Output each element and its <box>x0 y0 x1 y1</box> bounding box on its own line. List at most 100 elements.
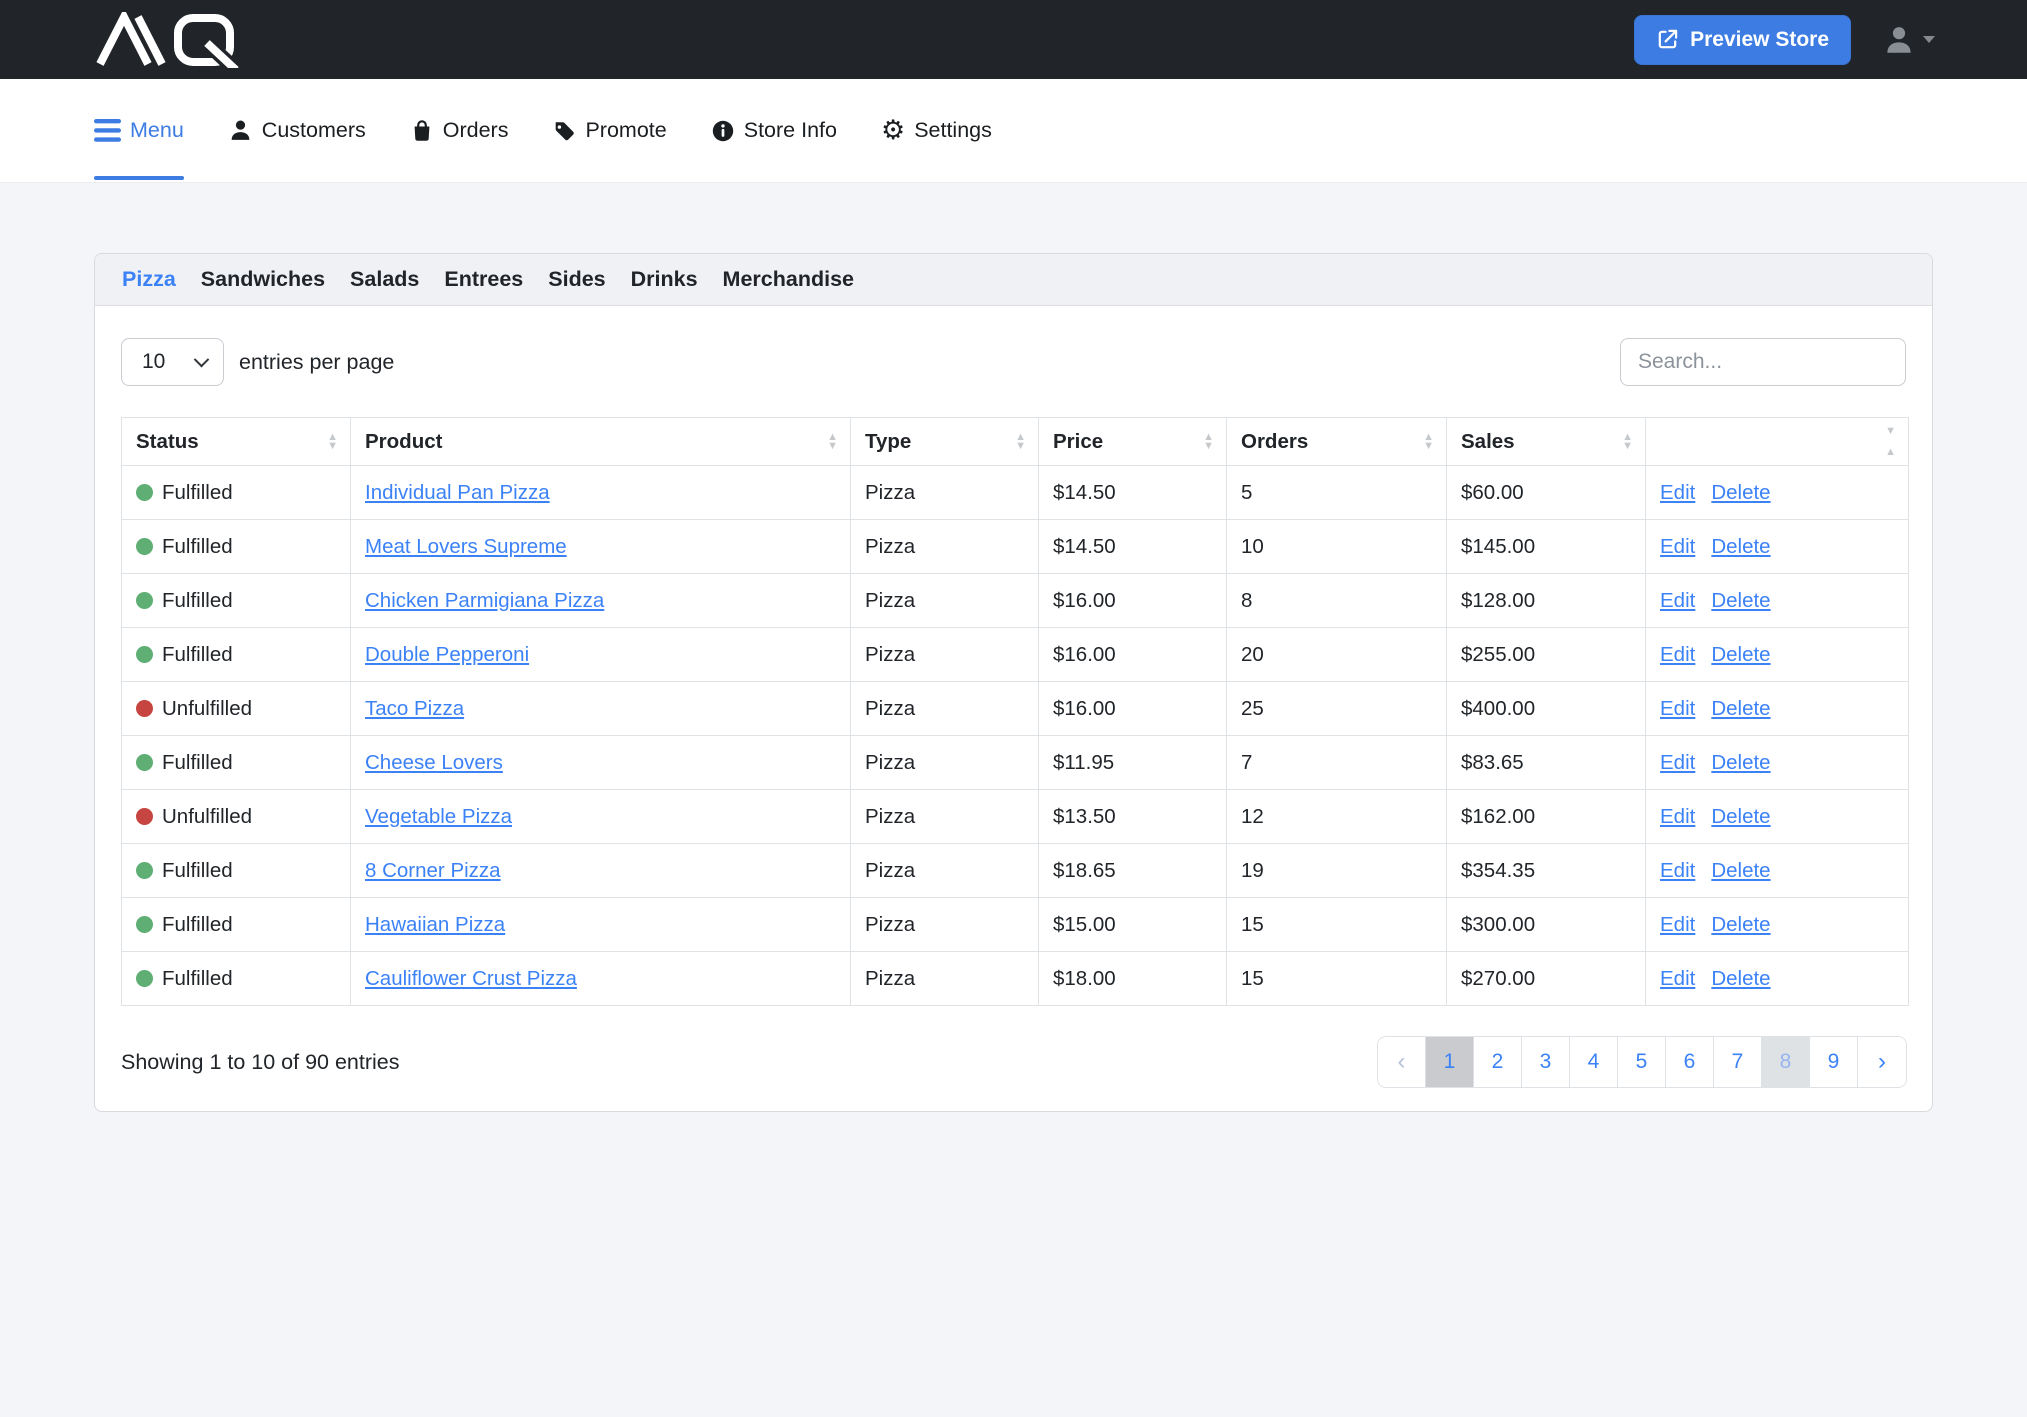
person-icon <box>1882 23 1916 57</box>
sort-icon: ▲▼ <box>1015 433 1026 451</box>
product-cell: Cheese Lovers <box>351 736 851 790</box>
delete-link[interactable]: Delete <box>1711 859 1770 882</box>
header-price[interactable]: Price▲▼ <box>1039 418 1227 466</box>
status-dot <box>136 916 153 933</box>
tab-drinks[interactable]: Drinks <box>631 267 698 292</box>
table-row: Unfulfilled Vegetable Pizza Pizza $13.50… <box>122 790 1909 844</box>
edit-link[interactable]: Edit <box>1660 859 1695 882</box>
tab-pizza[interactable]: Pizza <box>122 267 176 292</box>
pagination-prev[interactable]: ‹ <box>1378 1037 1426 1087</box>
product-link[interactable]: Vegetable Pizza <box>365 805 512 828</box>
pagination-page-4[interactable]: 4 <box>1570 1037 1618 1087</box>
nav-label-customers: Customers <box>262 118 366 143</box>
nav-label-settings: Settings <box>914 118 992 143</box>
delete-link[interactable]: Delete <box>1711 805 1770 828</box>
user-menu[interactable] <box>1882 23 1935 57</box>
actions-cell: Edit Delete <box>1646 628 1909 682</box>
header-type[interactable]: Type▲▼ <box>851 418 1039 466</box>
header-status[interactable]: Status▲▼ <box>122 418 351 466</box>
pagination-page-2[interactable]: 2 <box>1474 1037 1522 1087</box>
edit-link[interactable]: Edit <box>1660 805 1695 828</box>
price-cell: $15.00 <box>1039 898 1227 952</box>
delete-link[interactable]: Delete <box>1711 481 1770 504</box>
sort-icon: ▲▼ <box>1622 433 1633 451</box>
chevron-down-icon <box>194 351 210 367</box>
entries-select-value: 10 <box>142 350 165 374</box>
product-link[interactable]: Chicken Parmigiana Pizza <box>365 589 604 612</box>
pagination-next[interactable]: › <box>1858 1037 1906 1087</box>
product-link[interactable]: Hawaiian Pizza <box>365 913 505 936</box>
header-actions[interactable]: ▼▲ <box>1646 418 1909 466</box>
actions-cell: Edit Delete <box>1646 790 1909 844</box>
search-input[interactable] <box>1620 338 1906 386</box>
delete-link[interactable]: Delete <box>1711 643 1770 666</box>
status-cell: Fulfilled <box>122 466 351 520</box>
nav-item-settings[interactable]: ⚙ Settings <box>881 79 992 183</box>
actions-cell: Edit Delete <box>1646 574 1909 628</box>
tab-merchandise[interactable]: Merchandise <box>723 267 854 292</box>
delete-link[interactable]: Delete <box>1711 751 1770 774</box>
tab-sides[interactable]: Sides <box>548 267 605 292</box>
status-label: Fulfilled <box>162 643 233 666</box>
header-sales[interactable]: Sales▲▼ <box>1447 418 1646 466</box>
pagination-page-8[interactable]: 8 <box>1762 1037 1810 1087</box>
edit-link[interactable]: Edit <box>1660 967 1695 990</box>
header-status-label: Status <box>136 430 199 454</box>
product-link[interactable]: Cheese Lovers <box>365 751 503 774</box>
product-cell: Taco Pizza <box>351 682 851 736</box>
entries-per-page-select[interactable]: 10 <box>121 338 224 386</box>
edit-link[interactable]: Edit <box>1660 913 1695 936</box>
delete-link[interactable]: Delete <box>1711 913 1770 936</box>
header-product[interactable]: Product▲▼ <box>351 418 851 466</box>
status-dot <box>136 646 153 663</box>
pagination-page-9[interactable]: 9 <box>1810 1037 1858 1087</box>
pagination-page-7[interactable]: 7 <box>1714 1037 1762 1087</box>
product-link[interactable]: Individual Pan Pizza <box>365 481 550 504</box>
nav-item-customers[interactable]: Customers <box>228 79 366 183</box>
product-link[interactable]: Double Pepperoni <box>365 643 529 666</box>
orders-cell: 8 <box>1227 574 1447 628</box>
entries-per-page-label: entries per page <box>239 350 394 375</box>
sales-cell: $83.65 <box>1447 736 1646 790</box>
edit-link[interactable]: Edit <box>1660 589 1695 612</box>
tab-sandwiches[interactable]: Sandwiches <box>201 267 325 292</box>
delete-link[interactable]: Delete <box>1711 967 1770 990</box>
aiq-logo[interactable] <box>92 12 256 68</box>
edit-link[interactable]: Edit <box>1660 535 1695 558</box>
product-link[interactable]: Taco Pizza <box>365 697 464 720</box>
delete-link[interactable]: Delete <box>1711 697 1770 720</box>
sales-cell: $400.00 <box>1447 682 1646 736</box>
product-cell: Cauliflower Crust Pizza <box>351 952 851 1006</box>
preview-store-button[interactable]: Preview Store <box>1634 15 1851 65</box>
edit-link[interactable]: Edit <box>1660 751 1695 774</box>
product-link[interactable]: Cauliflower Crust Pizza <box>365 967 577 990</box>
nav-item-promote[interactable]: Promote <box>552 79 666 183</box>
edit-link[interactable]: Edit <box>1660 643 1695 666</box>
status-cell: Fulfilled <box>122 952 351 1006</box>
pagination-page-1[interactable]: 1 <box>1426 1037 1474 1087</box>
edit-link[interactable]: Edit <box>1660 697 1695 720</box>
header-orders[interactable]: Orders▲▼ <box>1227 418 1447 466</box>
nav-item-store-info[interactable]: Store Info <box>711 79 837 183</box>
actions-cell: Edit Delete <box>1646 466 1909 520</box>
tab-entrees[interactable]: Entrees <box>444 267 523 292</box>
status-dot <box>136 808 153 825</box>
tab-salads[interactable]: Salads <box>350 267 419 292</box>
shopping-bag-icon <box>410 118 434 143</box>
orders-cell: 7 <box>1227 736 1447 790</box>
pagination-page-5[interactable]: 5 <box>1618 1037 1666 1087</box>
product-cell: Individual Pan Pizza <box>351 466 851 520</box>
product-link[interactable]: 8 Corner Pizza <box>365 859 501 882</box>
nav-item-menu[interactable]: Menu <box>94 79 184 183</box>
delete-link[interactable]: Delete <box>1711 589 1770 612</box>
orders-cell: 20 <box>1227 628 1447 682</box>
product-link[interactable]: Meat Lovers Supreme <box>365 535 567 558</box>
pagination-page-3[interactable]: 3 <box>1522 1037 1570 1087</box>
status-label: Fulfilled <box>162 859 233 882</box>
nav-item-orders[interactable]: Orders <box>410 79 509 183</box>
pagination-page-6[interactable]: 6 <box>1666 1037 1714 1087</box>
edit-link[interactable]: Edit <box>1660 481 1695 504</box>
price-cell: $18.65 <box>1039 844 1227 898</box>
tag-icon <box>552 119 576 143</box>
delete-link[interactable]: Delete <box>1711 535 1770 558</box>
